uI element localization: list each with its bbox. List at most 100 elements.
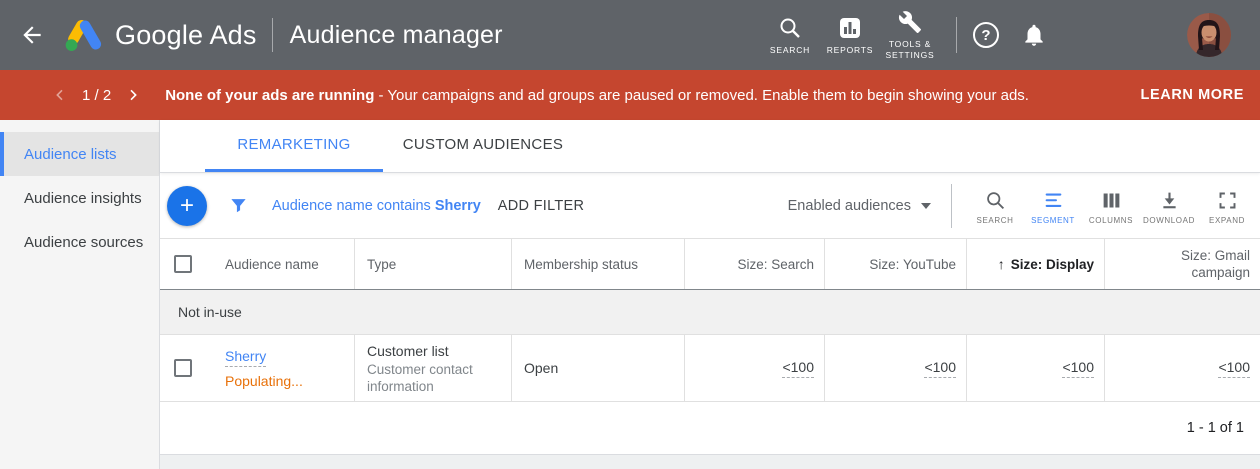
- tool-search-button[interactable]: SEARCH: [966, 186, 1024, 225]
- sidebar-item-audience-lists[interactable]: Audience lists: [0, 132, 159, 176]
- tool-columns-button[interactable]: COLUMNS: [1082, 186, 1140, 225]
- tool-expand-label: EXPAND: [1209, 216, 1245, 225]
- table-header-row: Audience name Type Membership status Siz…: [160, 238, 1260, 290]
- header-size-gmail-label: Size: Gmail campaign: [1158, 247, 1250, 281]
- toolbar-divider: [951, 184, 952, 228]
- size-youtube-value[interactable]: <100: [924, 359, 956, 378]
- audience-view-dropdown[interactable]: Enabled audiences: [788, 198, 931, 214]
- tool-segment-label: SEGMENT: [1031, 216, 1075, 225]
- nav-tools-label-line2: SETTINGS: [886, 50, 935, 60]
- tool-segment-button[interactable]: SEGMENT: [1024, 186, 1082, 225]
- banner-message-body: - Your campaigns and ad groups are pause…: [374, 87, 1029, 104]
- main-panel: REMARKETING CUSTOM AUDIENCES + Audience …: [160, 120, 1260, 469]
- wrench-icon: [898, 10, 922, 34]
- learn-more-button[interactable]: LEARN MORE: [1141, 87, 1244, 103]
- tab-remarketing[interactable]: REMARKETING: [205, 120, 383, 172]
- nav-reports[interactable]: REPORTS: [820, 16, 880, 55]
- banner-next-icon[interactable]: [125, 87, 141, 103]
- header-size-search[interactable]: Size: Search: [685, 239, 825, 289]
- size-gmail-value[interactable]: <100: [1218, 359, 1250, 378]
- filter-funnel-icon[interactable]: [229, 196, 248, 215]
- group-row-not-in-use: Not in-use: [160, 290, 1260, 335]
- header-size-display-label: Size: Display: [1011, 257, 1094, 272]
- search-icon: [778, 16, 802, 40]
- bar-chart-icon: [838, 16, 862, 40]
- row-size-display-cell: <100: [967, 335, 1105, 401]
- row-size-youtube-cell: <100: [825, 335, 967, 401]
- topbar: Google Ads Audience manager SEARCH REPOR…: [0, 0, 1260, 70]
- size-search-value[interactable]: <100: [782, 359, 814, 378]
- audience-name-link[interactable]: Sherry: [225, 347, 266, 367]
- header-size-display[interactable]: ↑ Size: Display: [967, 239, 1105, 289]
- row-type-cell: Customer list Customer contact informati…: [355, 335, 512, 401]
- content-area: Audience lists Audience insights Audienc…: [0, 120, 1260, 469]
- page-title: Audience manager: [290, 21, 503, 50]
- row-audience-name-cell: Sherry Populating...: [225, 335, 355, 401]
- applied-filter-chip[interactable]: Audience name contains Sherry: [272, 198, 481, 214]
- header-type[interactable]: Type: [355, 239, 512, 289]
- sidebar-item-audience-insights[interactable]: Audience insights: [0, 176, 159, 220]
- notification-banner: 1 / 2 None of your ads are running - You…: [0, 70, 1260, 120]
- row-checkbox-cell: [160, 335, 225, 401]
- tool-expand-button[interactable]: EXPAND: [1198, 186, 1256, 225]
- sort-ascending-icon: ↑: [998, 256, 1005, 272]
- header-audience-name[interactable]: Audience name: [225, 239, 355, 289]
- nav-search[interactable]: SEARCH: [760, 16, 820, 55]
- type-detail: Customer contact information: [367, 361, 500, 395]
- pagination-bar: 1 - 1 of 1: [160, 402, 1260, 455]
- product-name: Google Ads: [115, 20, 257, 51]
- expand-icon: [1217, 190, 1238, 211]
- tab-bar: REMARKETING CUSTOM AUDIENCES: [160, 120, 1260, 173]
- google-ads-logo-icon[interactable]: [64, 18, 102, 52]
- header-size-gmail[interactable]: Size: Gmail campaign: [1105, 239, 1260, 289]
- back-arrow-icon: [19, 22, 45, 48]
- account-avatar[interactable]: [1187, 13, 1231, 57]
- row-size-search-cell: <100: [685, 335, 825, 401]
- sidebar-item-audience-sources[interactable]: Audience sources: [0, 220, 159, 264]
- nav-tools-settings[interactable]: TOOLS & SETTINGS: [880, 10, 940, 60]
- filter-chip-prefix: Audience name contains: [272, 198, 435, 214]
- segment-icon: [1043, 190, 1064, 211]
- back-button[interactable]: [18, 21, 46, 49]
- nav-search-label: SEARCH: [770, 45, 810, 55]
- banner-prev-icon[interactable]: [52, 87, 68, 103]
- filter-chip-value: Sherry: [435, 198, 481, 214]
- type-value: Customer list: [367, 342, 449, 361]
- add-audience-button[interactable]: +: [167, 186, 207, 226]
- page-background: [160, 455, 1260, 469]
- columns-icon: [1101, 190, 1122, 211]
- tool-columns-label: COLUMNS: [1089, 216, 1133, 225]
- row-size-gmail-cell: <100: [1105, 335, 1260, 401]
- banner-message-title: None of your ads are running: [165, 87, 374, 104]
- audience-view-label: Enabled audiences: [788, 198, 911, 214]
- topbar-actions: SEARCH REPORTS TOOLS & SETTINGS ?: [760, 10, 1260, 60]
- sidebar: Audience lists Audience insights Audienc…: [0, 120, 160, 469]
- size-display-value[interactable]: <100: [1062, 359, 1094, 378]
- pagination-range: 1 - 1 of 1: [1187, 420, 1244, 436]
- filter-toolbar: + Audience name contains Sherry ADD FILT…: [160, 173, 1260, 238]
- tool-download-label: DOWNLOAD: [1143, 216, 1195, 225]
- search-icon: [985, 190, 1006, 211]
- download-icon: [1159, 190, 1180, 211]
- row-checkbox[interactable]: [174, 359, 192, 377]
- header-checkbox-cell: [160, 239, 225, 289]
- nav-tools-label-line1: TOOLS &: [889, 39, 931, 49]
- banner-pager: 1 / 2: [82, 87, 111, 104]
- tool-search-label: SEARCH: [977, 216, 1014, 225]
- populating-status: Populating...: [225, 372, 303, 390]
- header-size-youtube[interactable]: Size: YouTube: [825, 239, 967, 289]
- topbar-actions-divider: [956, 17, 957, 53]
- notifications-bell-icon[interactable]: [1021, 22, 1047, 48]
- select-all-checkbox[interactable]: [174, 255, 192, 273]
- add-filter-button[interactable]: ADD FILTER: [498, 198, 585, 214]
- row-membership-cell: Open: [512, 335, 685, 401]
- help-icon[interactable]: ?: [973, 22, 999, 48]
- tab-custom-audiences[interactable]: CUSTOM AUDIENCES: [383, 120, 583, 172]
- tool-download-button[interactable]: DOWNLOAD: [1140, 186, 1198, 225]
- table-tools: SEARCH SEGMENT COLUMNS: [966, 186, 1256, 225]
- topbar-divider: [272, 18, 273, 52]
- banner-message: None of your ads are running - Your camp…: [165, 87, 1029, 104]
- google-ads-app: Google Ads Audience manager SEARCH REPOR…: [0, 0, 1260, 469]
- header-membership-status[interactable]: Membership status: [512, 239, 685, 289]
- chevron-down-icon: [921, 203, 931, 209]
